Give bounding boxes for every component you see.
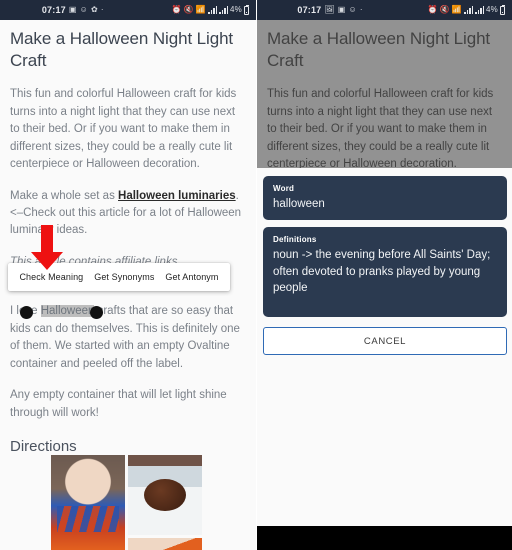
page-title: Make a Halloween Night Light Craft <box>10 29 234 71</box>
status-bar-right: 07:17 🖼 ▣ ☺ · ⏰ 🔇 📶 4% <box>257 0 512 20</box>
status-bar-left: 07:17 ▣ ☺ ✿ · ⏰ 🔇 📶 4% <box>0 0 256 20</box>
article-paragraph-5: Any empty container that will let light … <box>10 389 227 419</box>
mute-icon: 🔇 <box>183 5 194 14</box>
dot-icon: · <box>359 5 363 14</box>
word-label: Word <box>273 184 295 193</box>
emoji-icon: ☺ <box>348 5 357 14</box>
word-value: halloween <box>273 198 325 210</box>
signal-icon <box>475 6 484 14</box>
signal-icon <box>219 6 228 14</box>
system-navigation-bar[interactable] <box>257 526 512 550</box>
article-paragraph-4: I love Halloween crafts that are so easy… <box>10 303 246 373</box>
battery-icon <box>499 4 505 15</box>
red-arrow-annotation <box>31 225 63 270</box>
screen-right-definition-dialog: 07:17 🖼 ▣ ☺ · ⏰ 🔇 📶 4% Make a Halloween … <box>256 0 512 550</box>
selected-text[interactable]: Halloween <box>40 305 95 318</box>
collage-image-hands <box>128 538 202 550</box>
word-card: Word halloween <box>263 176 507 220</box>
screen-left-selection-menu: 07:17 ▣ ☺ ✿ · ⏰ 🔇 📶 4% Make a Halloween … <box>0 0 256 550</box>
definition-dialog: Word halloween Definitions noun -> the e… <box>257 168 512 526</box>
signal-icon <box>464 6 473 14</box>
article-paragraph-1: This fun and colorful Halloween craft fo… <box>10 88 237 171</box>
selection-handle-start[interactable] <box>20 306 33 319</box>
status-bar-right-cluster: ⏰ 🔇 📶 4% <box>171 4 255 15</box>
halloween-luminaries-link[interactable]: Halloween luminaries <box>118 190 236 202</box>
battery-percent: 4% <box>230 5 242 14</box>
article-image-collage <box>51 455 203 550</box>
photo-icon: 🖼 <box>324 5 335 14</box>
signal-icon <box>208 6 217 14</box>
status-bar-left-cluster: 07:17 🖼 ▣ ☺ · <box>289 5 362 15</box>
sim-icon: ▣ <box>337 5 346 14</box>
two-screenshot-comparison: 07:17 ▣ ☺ ✿ · ⏰ 🔇 📶 4% Make a Halloween … <box>0 0 512 550</box>
collage-image-boy <box>51 455 125 550</box>
modal-scrim[interactable] <box>257 20 512 168</box>
status-time: 07:17 <box>41 5 66 15</box>
cancel-button[interactable]: CANCEL <box>263 327 507 355</box>
get-antonym-button[interactable]: Get Antonym <box>162 268 221 286</box>
emoji-icon: ☺ <box>79 5 89 14</box>
dot-icon: · <box>100 5 104 14</box>
status-time: 07:17 <box>297 5 322 15</box>
collage-image-ovaltine-jar <box>128 455 202 535</box>
selection-handle-end[interactable] <box>90 306 103 319</box>
paragraph-2-prefix: Make a whole set as <box>10 189 119 202</box>
mute-icon: 🔇 <box>439 5 450 14</box>
wifi-icon: 📶 <box>451 5 462 14</box>
definitions-label: Definitions <box>273 235 317 244</box>
get-synonyms-button[interactable]: Get Synonyms <box>91 268 157 286</box>
wifi-icon: 📶 <box>195 5 206 14</box>
sim-icon: ▣ <box>68 5 77 14</box>
alarm-icon: ⏰ <box>171 5 182 14</box>
bluetooth-icon: ✿ <box>91 5 98 14</box>
battery-percent: 4% <box>486 5 498 14</box>
battery-icon <box>243 4 249 15</box>
definitions-card: Definitions noun -> the evening before A… <box>263 227 507 317</box>
heading-directions: Directions <box>10 438 77 456</box>
status-bar-left-cluster: 07:17 ▣ ☺ ✿ · <box>34 5 104 15</box>
status-bar-right-cluster: ⏰ 🔇 📶 4% <box>427 4 511 15</box>
alarm-icon: ⏰ <box>427 5 438 14</box>
definitions-value: noun -> the evening before All Saints' D… <box>273 249 491 295</box>
